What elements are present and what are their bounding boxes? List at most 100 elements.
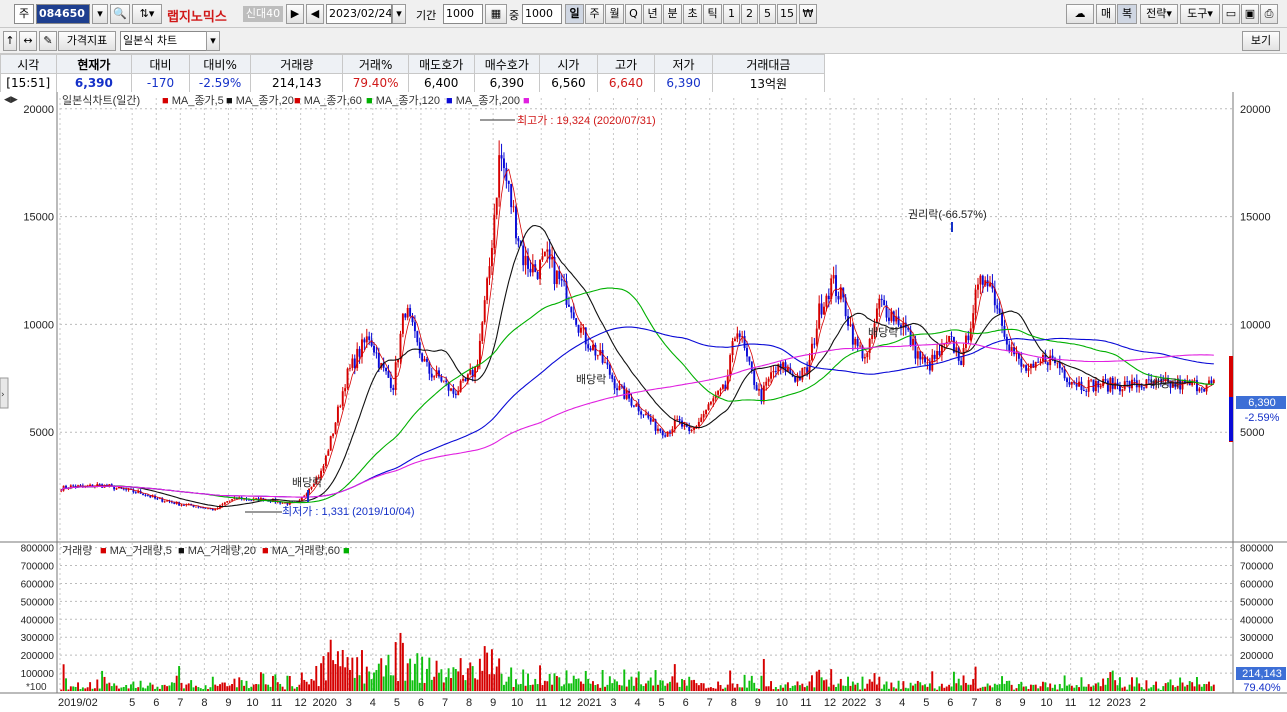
volume-bar [685, 685, 688, 691]
volume-bar [1159, 689, 1162, 691]
print-icon[interactable]: ⎙ [1260, 4, 1278, 24]
volume-bar [93, 688, 96, 691]
volume-bar [223, 682, 226, 691]
quote-change-pct: -2.59% [188, 73, 252, 93]
candle-body [823, 306, 825, 315]
timeframe-2[interactable]: 2 [741, 4, 758, 24]
tools-button[interactable]: 도구▾ [1180, 4, 1220, 24]
candle-body [173, 502, 176, 504]
stock-chart[interactable]: 5000 5000 10000 10000 15000 15000 20000 20000 10… [0, 92, 1287, 712]
expand-icon[interactable]: ↔ [19, 31, 37, 51]
candle-body [969, 328, 972, 341]
open-folder-icon[interactable]: ▭ [1222, 4, 1240, 24]
candle-body [375, 352, 378, 354]
buy-sell-button[interactable]: 매 [1096, 4, 1116, 24]
candle-body [712, 398, 715, 402]
timeframe-month[interactable]: 월 [605, 4, 624, 24]
volume-bar [344, 667, 347, 691]
volume-bar [820, 677, 823, 691]
volume-bar [389, 675, 392, 691]
chevron-right-icon[interactable]: › [1, 390, 5, 400]
stock-code-input[interactable]: 084650 [36, 4, 90, 24]
candle-body [1198, 388, 1201, 392]
indicator-button[interactable]: 가격지표 [58, 31, 116, 51]
prev-icon[interactable]: ◀ [306, 4, 324, 24]
price-tick-label: 5000 [30, 427, 54, 439]
volume-bar [312, 680, 315, 691]
volume-bar [856, 682, 859, 691]
scroll-left-right-icon[interactable]: ◀▶ [4, 95, 18, 105]
calendar-dropdown-icon[interactable]: ▾ [392, 4, 406, 24]
cloud-icon[interactable]: ☁ [1066, 4, 1094, 24]
volume-bar [1198, 684, 1201, 691]
timeframe-5[interactable]: 5 [759, 4, 776, 24]
candle-body [327, 450, 330, 456]
candle-body [180, 505, 183, 506]
date-input[interactable]: 2023/02/24 [326, 4, 392, 24]
volume-bar [305, 681, 308, 691]
x-tick-label: 10 [1040, 697, 1052, 709]
volume-bar [900, 689, 902, 691]
candle-body [1099, 386, 1102, 388]
grid-icon[interactable]: ▦ [485, 4, 507, 24]
duplicate-button[interactable]: 복 [1117, 4, 1137, 24]
candle-body [404, 313, 407, 318]
period-input[interactable]: 1000 [443, 4, 483, 24]
chevron-down-icon[interactable]: ▾ [206, 31, 220, 51]
save-icon[interactable]: ▣ [1241, 4, 1259, 24]
price-tick-label: 20000 [1240, 104, 1271, 116]
strategy-button[interactable]: 전략▾ [1140, 4, 1178, 24]
candle-body [770, 372, 773, 379]
up-arrow-icon[interactable]: ↑ [3, 31, 17, 51]
volume-bar [928, 683, 931, 691]
x-tick-label: 7 [707, 697, 713, 709]
timeframe-day[interactable]: 일 [565, 4, 584, 24]
volume-bar [791, 685, 794, 691]
volume-bar [1015, 688, 1018, 691]
timeframe-second[interactable]: 초 [683, 4, 702, 24]
candle-body [928, 362, 931, 371]
quote-header: 거래량 [250, 54, 344, 74]
timeframe-minute[interactable]: 분 [663, 4, 682, 24]
custom-timeframe-icon[interactable]: ₩ [799, 4, 817, 24]
edit-icon[interactable]: ✎ [39, 31, 57, 51]
volume-tick-label: 800000 [21, 544, 55, 555]
candle-body [1066, 378, 1068, 383]
volume-bar [1133, 686, 1136, 691]
timeframe-year[interactable]: 년 [643, 4, 662, 24]
volume-bar [1167, 682, 1170, 691]
timeframe-tick[interactable]: 틱 [703, 4, 722, 24]
chevron-down-icon[interactable]: ▾ [92, 4, 108, 24]
market-select[interactable]: 주 [14, 4, 34, 24]
volume-bar [575, 678, 578, 691]
candle-body [570, 306, 573, 313]
candle-body [1020, 358, 1023, 367]
volume-tick-label: 300000 [1240, 633, 1274, 644]
timeframe-1[interactable]: 1 [723, 4, 740, 24]
volume-bar [346, 657, 349, 691]
sort-icon[interactable]: ⇅▾ [132, 4, 162, 24]
candle-body [972, 313, 975, 329]
count-input[interactable]: 1000 [522, 4, 562, 24]
chart-type-select[interactable]: 일본식 차트 [120, 31, 220, 51]
timeframe-week[interactable]: 주 [585, 4, 604, 24]
candle-body [721, 384, 724, 389]
timeframe-quarter[interactable]: Q [625, 4, 642, 24]
next-icon[interactable]: ▶ [286, 4, 304, 24]
search-icon[interactable]: 🔍 [110, 4, 130, 24]
volume-bar [457, 671, 460, 691]
volume-bar [871, 681, 874, 691]
volume-bar [986, 683, 989, 691]
timeframe-15[interactable]: 15 [777, 4, 797, 24]
volume-bar [404, 680, 407, 691]
volume-bar [411, 680, 414, 691]
volume-bar [770, 681, 773, 691]
volume-bar [1070, 685, 1073, 691]
volume-bar [259, 672, 262, 691]
volume-bar [1164, 683, 1167, 691]
volume-bar [642, 685, 645, 691]
volume-bar [909, 682, 912, 691]
view-button[interactable]: 보기 [1242, 31, 1280, 51]
candle-body [897, 316, 900, 326]
candle-body [498, 155, 501, 198]
